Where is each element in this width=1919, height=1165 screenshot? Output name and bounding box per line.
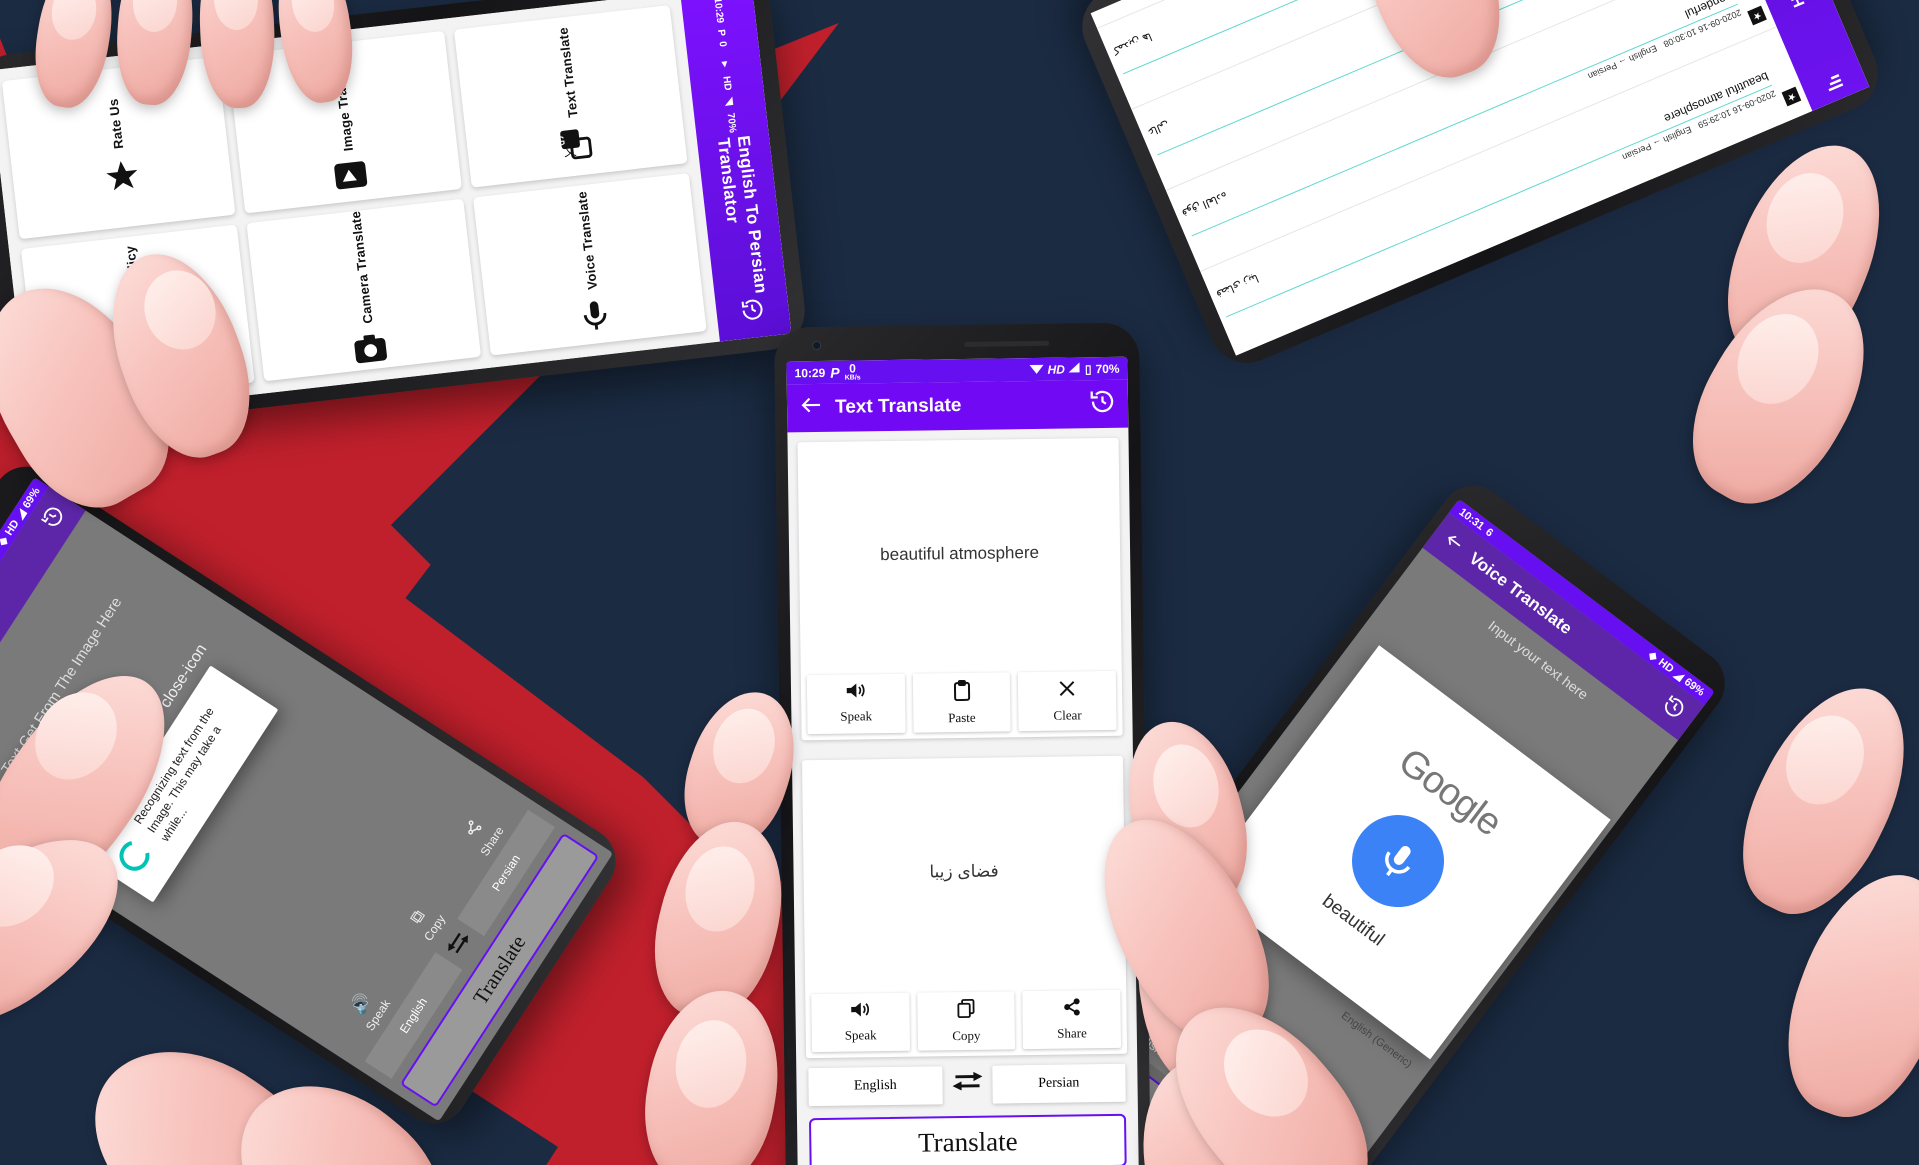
tile-label: Image Translate <box>328 47 356 152</box>
clipboard-icon <box>913 679 1011 705</box>
tile-label: Text Translate <box>555 26 581 118</box>
translate-icon: G文 <box>555 125 595 168</box>
history-icon[interactable] <box>1089 387 1116 420</box>
output-action-row: Speak Copy Share <box>805 984 1127 1058</box>
tile-voice-translate[interactable]: Voice Translate <box>472 173 707 356</box>
speak-input-button[interactable]: Speak <box>806 673 906 735</box>
battery-icon: ▯ <box>1084 361 1092 376</box>
copy-icon <box>917 998 1015 1023</box>
status-time: 10:29 <box>794 365 826 380</box>
hd-indicator: HD <box>1047 362 1066 377</box>
status-bar: 10:29 P 0 ▼ HD ◢ 70% <box>711 0 738 138</box>
input-action-row: Speak Paste Clear <box>801 665 1123 740</box>
back-arrow-icon[interactable] <box>1438 527 1469 559</box>
share-button[interactable]: Share <box>1022 989 1122 1050</box>
target-language-button[interactable]: Persian <box>991 1063 1126 1104</box>
microphone-icon[interactable] <box>1333 796 1463 926</box>
history-icon[interactable] <box>739 296 767 332</box>
wifi-icon: ▼ <box>718 58 731 71</box>
tile-privacy-policy[interactable]: Privacy Policy <box>20 224 255 408</box>
input-card: beautiful atmosphere Speak Paste Clear <box>797 437 1123 741</box>
source-language-button[interactable]: English <box>808 1066 943 1107</box>
clear-label: Clear <box>1053 707 1082 723</box>
tile-rate-us[interactable]: Rate Us <box>1 56 236 240</box>
speak-label: Speak <box>840 708 873 724</box>
loading-spinner-icon <box>113 835 156 877</box>
tile-text-translate[interactable]: Text Translate G文 <box>453 5 688 188</box>
speaker-icon <box>811 1000 909 1023</box>
image-icon <box>332 159 370 198</box>
data-saver-icon: P <box>715 28 727 37</box>
speaker-icon <box>807 681 905 704</box>
list-icon[interactable] <box>1819 65 1847 96</box>
signal-icon: ◢ <box>722 95 735 108</box>
history-icon[interactable] <box>37 501 72 534</box>
paste-button[interactable]: Paste <box>912 672 1011 733</box>
tile-label: Camera Translate <box>347 210 376 325</box>
svg-text:文: 文 <box>563 143 578 159</box>
tile-camera-translate[interactable]: Camera Translate <box>246 198 481 382</box>
home-tile-grid: Text Translate G文 Image Translate Rate U… <box>0 0 720 421</box>
paste-label: Paste <box>948 709 976 726</box>
home-screen: Text Translate G文 Image Translate Rate U… <box>0 0 792 421</box>
speak-output-button[interactable]: Speak <box>811 992 910 1053</box>
tile-image-translate[interactable]: Image Translate <box>227 30 462 214</box>
share-label: Share <box>1057 1025 1087 1041</box>
info-icon <box>125 345 163 388</box>
image-icon <box>81 784 110 812</box>
history-icon[interactable] <box>1656 691 1690 726</box>
language-selector-row: English Persian <box>796 1063 1137 1107</box>
favorite-star-icon[interactable]: ★ <box>1747 5 1767 26</box>
copy-label: Copy <box>952 1027 981 1044</box>
microphone-icon <box>577 297 615 340</box>
data-rate-unit: KB/s <box>844 374 861 382</box>
front-camera <box>812 340 822 351</box>
close-icon <box>1018 678 1116 703</box>
swap-arrows-icon[interactable] <box>952 1071 982 1099</box>
output-card: فضای زیبا Speak Copy Share <box>801 755 1128 1059</box>
data-rate: 6 <box>1483 525 1496 540</box>
tile-label: Privacy Policy <box>122 244 148 339</box>
speak-label: Speak <box>844 1027 877 1043</box>
battery-level: 70% <box>1095 361 1120 376</box>
app-title: English To Persian Translator <box>713 134 771 295</box>
clear-button[interactable]: Clear <box>1018 670 1117 732</box>
hd-indicator: HD <box>720 75 733 91</box>
camera-icon <box>352 332 390 371</box>
tile-label: Voice Translate <box>573 189 600 290</box>
signal-icon <box>1068 361 1081 376</box>
page-title: Text Translate <box>834 394 962 418</box>
app-bar: Text Translate <box>786 379 1129 433</box>
data-saver-icon: P <box>830 364 840 381</box>
text-translate-screen: 10:29 P 0 KB/s HD ▯ 70% Text Translate b… <box>786 356 1139 1165</box>
text-translate-phone: 10:29 P 0 KB/s HD ▯ 70% Text Translate b… <box>773 322 1152 1165</box>
status-time: 10:29 <box>711 0 726 24</box>
star-icon <box>103 157 141 200</box>
input-text[interactable]: beautiful atmosphere <box>798 438 1122 669</box>
swap-arrows-icon[interactable] <box>444 928 476 961</box>
back-arrow-icon[interactable] <box>799 393 823 423</box>
favorite-star-icon[interactable]: ★ <box>1781 86 1802 107</box>
data-rate: 0 <box>849 361 856 376</box>
copy-button[interactable]: Copy <box>916 991 1016 1051</box>
output-text: فضای زیبا <box>929 861 999 882</box>
wifi-icon <box>1029 362 1044 376</box>
swap-arrows-icon[interactable] <box>1197 1075 1230 1108</box>
share-icon <box>1023 997 1121 1021</box>
earpiece-speaker <box>964 340 1050 347</box>
translate-button[interactable]: Translate <box>808 1113 1127 1165</box>
tile-label: Rate Us <box>105 97 127 150</box>
data-rate: 0 <box>716 41 729 48</box>
battery-level: 70% <box>724 112 738 134</box>
